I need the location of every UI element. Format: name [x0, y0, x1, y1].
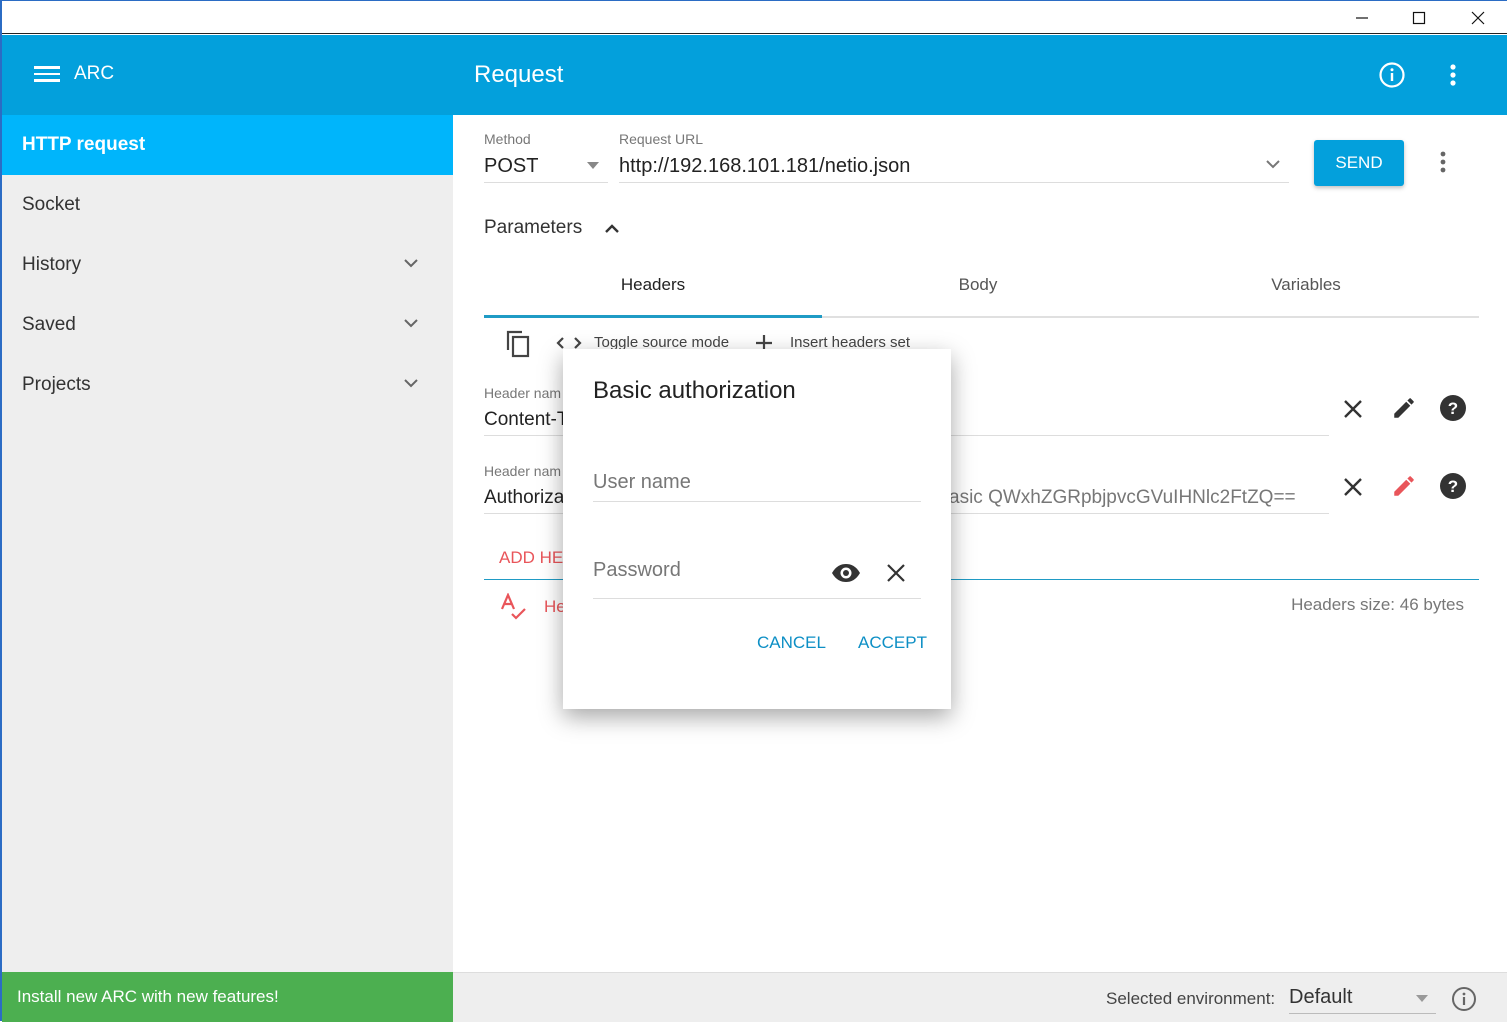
tab-headers[interactable]: Headers — [484, 275, 822, 295]
sidebar-item-label: Saved — [22, 314, 76, 335]
remove-header-icon[interactable] — [1343, 399, 1363, 419]
svg-text:?: ? — [1448, 399, 1458, 418]
accept-button[interactable]: ACCEPT — [858, 633, 927, 653]
environment-label: Selected environment: — [1106, 989, 1276, 1008]
help-icon[interactable]: ? — [1439, 472, 1467, 500]
headers-size: Headers size: 46 bytes — [1291, 595, 1464, 614]
sidebar-item-projects[interactable]: Projects — [2, 355, 453, 415]
maximize-button[interactable] — [1396, 1, 1442, 34]
code-icon[interactable] — [556, 336, 582, 350]
cancel-button[interactable]: CANCEL — [757, 633, 826, 653]
password-input[interactable]: Password — [593, 559, 921, 599]
sidebar-nav: HTTP request Socket History Saved Projec… — [2, 115, 453, 972]
close-icon — [1471, 11, 1485, 24]
sidebar-item-label: HTTP request — [22, 134, 146, 155]
eye-icon[interactable] — [831, 563, 861, 583]
chevron-down-icon[interactable] — [403, 375, 419, 391]
tab-indicator — [484, 315, 822, 318]
url-underline — [619, 182, 1289, 183]
sidebar-item-history[interactable]: History — [2, 235, 453, 295]
sidebar-item-label: Projects — [22, 374, 91, 395]
dialog-title: Basic authorization — [593, 377, 796, 404]
menu-icon[interactable] — [34, 63, 60, 85]
username-input[interactable]: User name — [593, 471, 921, 502]
method-underline — [484, 182, 608, 183]
dropdown-arrow-icon[interactable] — [1416, 995, 1428, 1002]
dropdown-arrow-icon[interactable] — [587, 162, 599, 169]
basic-auth-dialog: Basic authorization User name Password C… — [563, 349, 951, 709]
parameters-label: Parameters — [484, 217, 583, 238]
edit-icon[interactable] — [1391, 473, 1417, 499]
app-brand: ARC — [74, 63, 115, 84]
info-button[interactable] — [1376, 59, 1408, 91]
remove-header-icon[interactable] — [1343, 477, 1363, 497]
status-footer: Selected environment: Default — [453, 972, 1507, 1022]
request-more-vert-icon[interactable] — [1439, 151, 1447, 173]
method-label: Method — [484, 131, 531, 147]
help-icon[interactable]: ? — [1439, 394, 1467, 422]
header-name-input[interactable]: Content-T — [484, 409, 568, 431]
method-select[interactable]: POST — [484, 155, 538, 178]
header-name-label: Header nam — [484, 463, 562, 479]
sidebar-item-socket[interactable]: Socket — [2, 175, 453, 235]
more-options-button[interactable] — [1437, 59, 1469, 91]
more-vert-icon — [1450, 64, 1456, 86]
sidebar-item-label: History — [22, 254, 82, 275]
sidebar-item-http-request[interactable]: HTTP request — [2, 115, 453, 175]
header-name-label: Header nam — [484, 385, 562, 401]
app-window: ARC Request HTTP request Socket History … — [0, 0, 1507, 1022]
url-input[interactable]: http://192.168.101.181/netio.json — [619, 155, 910, 178]
maximize-icon — [1412, 11, 1426, 24]
environment-select[interactable]: Default — [1289, 986, 1352, 1009]
send-button[interactable]: SEND — [1314, 140, 1404, 186]
edit-icon[interactable] — [1391, 395, 1417, 421]
info-icon — [1379, 62, 1405, 88]
tab-body[interactable]: Body — [822, 275, 1134, 295]
environment-underline — [1289, 1013, 1436, 1014]
url-label: Request URL — [619, 131, 704, 147]
header-name-input[interactable]: Authoriza — [484, 487, 564, 509]
spellcheck-icon — [500, 593, 526, 620]
username-placeholder: User name — [593, 471, 691, 493]
chevron-down-icon[interactable] — [403, 255, 419, 271]
app-toolbar: ARC Request — [2, 35, 1507, 115]
page-title: Request — [474, 61, 564, 88]
close-window-button[interactable] — [1455, 1, 1501, 34]
url-history-chevron-icon[interactable] — [1265, 158, 1281, 170]
sidebar-item-label: Socket — [22, 194, 81, 215]
window-titlebar — [2, 1, 1507, 34]
password-placeholder: Password — [593, 559, 681, 581]
minimize-icon — [1356, 16, 1368, 19]
environment-info-icon[interactable] — [1451, 986, 1477, 1012]
header-value-input[interactable]: asic QWxhZGRpbjpvcGVuIHNlc2FtZQ== — [949, 487, 1296, 509]
parameters-toggle[interactable]: Parameters — [484, 217, 582, 239]
clear-icon[interactable] — [887, 564, 905, 582]
svg-text:?: ? — [1448, 477, 1458, 496]
tab-variables[interactable]: Variables — [1141, 275, 1471, 295]
install-promo-banner[interactable]: Install new ARC with new features! — [2, 972, 453, 1022]
sidebar-item-saved[interactable]: Saved — [2, 295, 453, 355]
minimize-button[interactable] — [1339, 1, 1385, 34]
copy-icon[interactable] — [505, 328, 531, 358]
chevron-up-icon[interactable] — [604, 223, 620, 235]
chevron-down-icon[interactable] — [403, 315, 419, 331]
